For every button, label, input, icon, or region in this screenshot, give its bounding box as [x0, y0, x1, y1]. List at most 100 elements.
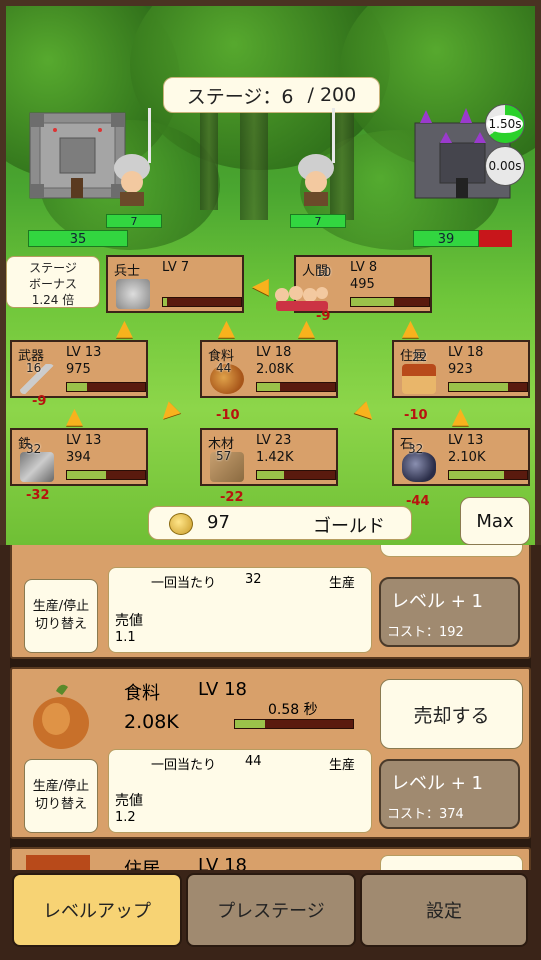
card-people-count: 10 — [316, 265, 332, 279]
row-food-level: LV 18 — [198, 679, 247, 700]
level-up-label: レベル + 1 — [391, 591, 483, 612]
row-house-level: LV 18 — [198, 855, 247, 870]
card-house[interactable]: 住居 LV 18 923 22 — [392, 340, 530, 398]
bonus-line3: 1.24 倍 — [31, 293, 75, 307]
card-iron-value: 394 — [66, 450, 91, 465]
resource-row-house: 住居 LV 18 — [10, 847, 531, 870]
arrow-up-left-icon: ◀ — [153, 397, 183, 428]
tab-settings[interactable]: 設定 — [360, 873, 528, 947]
stage-total: / 200 — [307, 84, 357, 106]
sell-button-label: 売却する — [413, 704, 490, 727]
card-stone-count: 32 — [408, 442, 424, 456]
timer-1: 1.50s — [485, 104, 525, 144]
level-up-button[interactable]: レベル + 1 コスト：192 — [379, 577, 520, 647]
food-consumption: -10 — [216, 408, 240, 423]
card-iron-progress — [66, 470, 146, 480]
timer-2: 0.00s — [485, 146, 525, 186]
card-iron-level: LV 13 — [66, 433, 102, 448]
gold-amount: 97 — [207, 512, 230, 533]
gold-coin-icon — [169, 513, 193, 535]
card-stone[interactable]: 石 LV 13 2.10K 32 — [392, 428, 530, 486]
soldier-icon — [116, 279, 150, 309]
iron-ingot-icon — [20, 452, 54, 482]
per-value: 44 — [245, 754, 262, 769]
stage-indicator: ステージ：6 / 200 — [163, 77, 380, 113]
card-food-count: 44 — [216, 361, 232, 375]
soldier-right-hp: 7 — [290, 214, 346, 228]
soldier-left-hp: 7 — [106, 214, 162, 228]
bonus-line2: ボーナス — [28, 277, 77, 291]
row-header-stub — [380, 545, 523, 557]
tab-prestage[interactable]: プレステージ — [186, 873, 356, 947]
sell-button[interactable] — [380, 855, 523, 870]
card-stone-progress — [448, 470, 528, 480]
card-people-progress — [350, 297, 430, 307]
prod-label: 生産 — [329, 758, 356, 773]
card-soldier-name: 兵士 — [114, 264, 141, 279]
resource-row-food: 食料 LV 18 2.08K 0.58 秒 売却する 生産/停止 切り替え 一回… — [10, 667, 531, 839]
iron-consumption: -32 — [26, 488, 50, 503]
player-castle-hp: 35 — [28, 230, 128, 247]
prod-label: 生産 — [329, 576, 356, 591]
gold-display: 97 ゴールド — [148, 506, 412, 540]
card-wood-progress — [256, 470, 336, 480]
toggle-production-button[interactable]: 生産/停止 切り替え — [24, 759, 98, 833]
per-label: 一回当たり — [151, 758, 217, 773]
card-soldier-level: LV 7 — [162, 260, 190, 275]
sell-price-value: 1.2 — [115, 810, 136, 825]
card-food[interactable]: 食料 LV 18 2.08K 44 — [200, 340, 338, 398]
onion-icon — [33, 684, 89, 749]
card-stone-level: LV 13 — [448, 433, 484, 448]
resource-row-wood: 生産/停止 切り替え 一回当たり 32 生産 売値 1.1 レベル + 1 コス… — [10, 545, 531, 659]
sell-price-label: 売値 — [115, 613, 143, 629]
card-food-value: 2.08K — [256, 362, 294, 377]
per-value: 32 — [245, 572, 262, 587]
arrow-up-icon: ▲ — [218, 316, 235, 341]
card-house-progress — [448, 382, 528, 392]
card-iron[interactable]: 鉄 LV 13 394 32 — [10, 428, 148, 486]
panel-rail-right — [531, 545, 541, 870]
panel-rail-left — [0, 545, 10, 870]
row-food-value: 2.08K — [124, 711, 179, 733]
card-soldier[interactable]: 兵士 LV 7 — [106, 255, 244, 313]
level-up-button[interactable]: レベル + 1 コスト：374 — [379, 759, 520, 829]
card-wood-count: 57 — [216, 449, 232, 463]
house-consumption: -10 — [404, 408, 428, 423]
card-iron-count: 32 — [26, 442, 42, 456]
gold-label: ゴールド — [313, 516, 385, 537]
card-weapon-count: 16 — [26, 361, 42, 375]
row-house-name: 住居 — [124, 859, 160, 870]
weapon-consumption: -9 — [32, 394, 47, 409]
production-info: 一回当たり 32 生産 売値 1.1 — [108, 567, 372, 653]
soldier-left-icon — [114, 108, 151, 206]
arrow-up-icon: ▲ — [66, 404, 83, 429]
tab-level-up[interactable]: レベルアップ — [12, 873, 182, 947]
stage-bonus: ステージ ボーナス 1.24 倍 — [6, 256, 100, 308]
row-food-progress — [234, 719, 354, 729]
enemy-castle-hp-lost — [479, 230, 512, 247]
card-house-count: 22 — [412, 350, 428, 364]
per-label: 一回当たり — [151, 576, 217, 591]
max-button[interactable]: Max — [460, 497, 530, 545]
card-house-value: 923 — [448, 362, 473, 377]
toggle-production-label: 生産/停止 切り替え — [32, 779, 90, 812]
wood-consumption: -22 — [220, 490, 244, 505]
arrow-up-icon: ▲ — [116, 316, 133, 341]
card-people-value: 495 — [350, 277, 375, 292]
resource-panel[interactable]: 生産/停止 切り替え 一回当たり 32 生産 売値 1.1 レベル + 1 コス… — [0, 545, 541, 870]
card-weapon[interactable]: 武器 LV 13 975 16 — [10, 340, 148, 398]
tab-level-up-label: レベルアップ — [43, 901, 151, 922]
arrow-up-icon: ▲ — [298, 316, 315, 341]
timer-1-label: 1.50s — [486, 115, 524, 133]
level-up-cost: コスト：192 — [387, 625, 464, 640]
card-wood[interactable]: 木材 LV 23 1.42K 57 — [200, 428, 338, 486]
arrow-up-right-icon: ▶ — [351, 397, 382, 428]
enemy-castle-hp: 39 — [413, 230, 479, 247]
card-soldier-progress — [162, 297, 242, 307]
card-house-level: LV 18 — [448, 345, 484, 360]
sell-button[interactable]: 売却する — [380, 679, 523, 749]
bonus-line1: ステージ — [29, 261, 77, 275]
stone-consumption: -44 — [406, 494, 430, 509]
villagers-icon — [275, 286, 328, 311]
toggle-production-button[interactable]: 生産/停止 切り替え — [24, 579, 98, 653]
